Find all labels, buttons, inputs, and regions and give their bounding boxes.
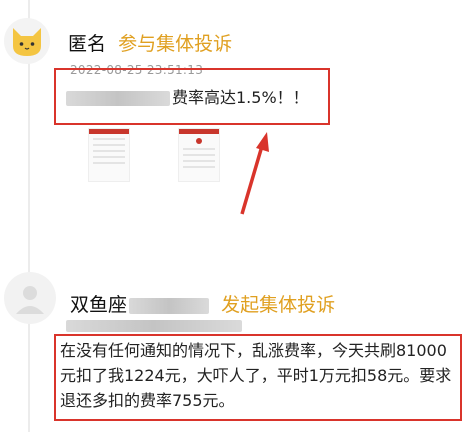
redacted-name: [129, 297, 210, 314]
default-avatar-icon[interactable]: [4, 272, 56, 324]
post1-content: 费率高达1.5%！！: [66, 84, 309, 108]
redacted-timestamp: [66, 320, 242, 332]
post2-header: 双鱼座 发起集体投诉: [70, 290, 335, 317]
screenshot-thumbnail[interactable]: [178, 128, 220, 182]
action-label[interactable]: 发起集体投诉: [221, 294, 335, 316]
timeline-line: [28, 0, 30, 432]
author-name[interactable]: 匿名: [68, 33, 106, 55]
post1-header: 匿名 参与集体投诉: [68, 29, 232, 56]
screenshot-thumbnail[interactable]: [88, 128, 130, 182]
red-arrow-icon: [240, 132, 269, 215]
action-label[interactable]: 参与集体投诉: [118, 33, 232, 55]
author-name[interactable]: 双鱼座: [70, 294, 127, 316]
cat-avatar-icon[interactable]: [4, 18, 50, 64]
redacted-text: [66, 91, 170, 106]
post2-text: 在没有任何通知的情况下，乱涨费率，今天共刷81000元扣了我1224元，大吓人了…: [60, 341, 452, 410]
post1-text: 费率高达1.5%！！: [172, 88, 309, 107]
